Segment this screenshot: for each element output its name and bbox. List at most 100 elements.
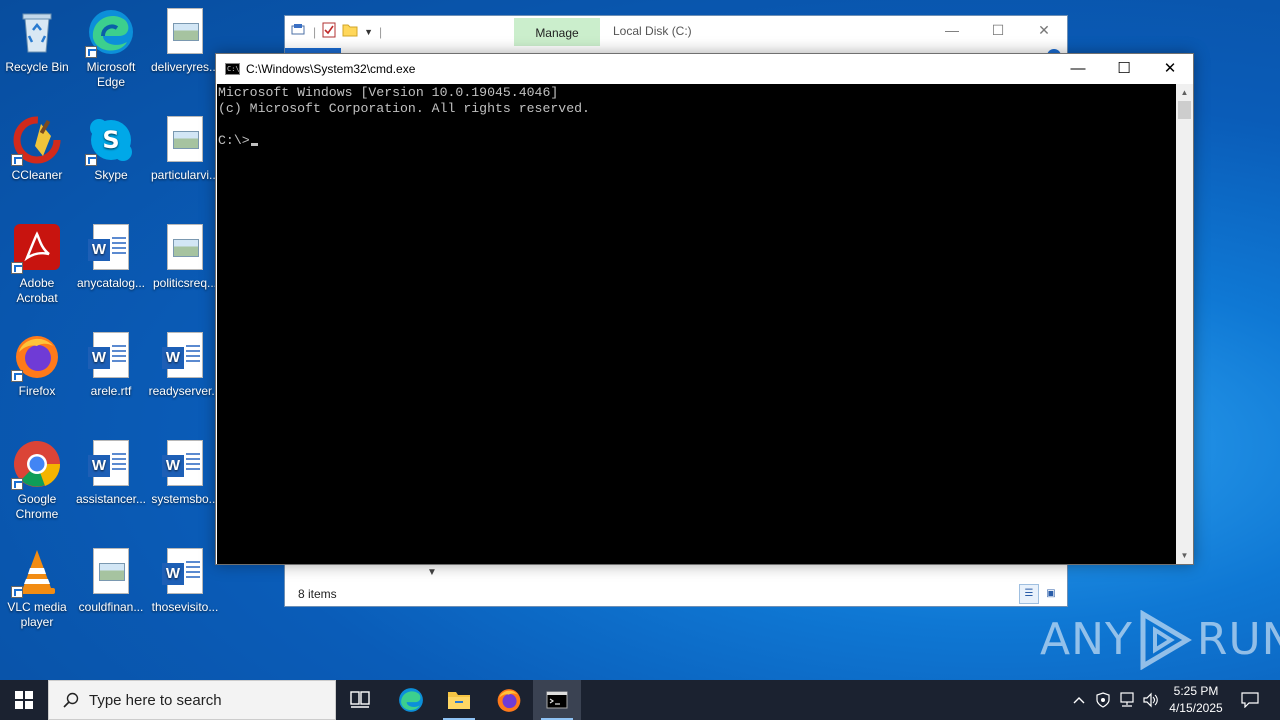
shortcut-arrow-icon bbox=[11, 478, 23, 490]
vertical-scrollbar[interactable]: ▲ ▼ bbox=[1176, 84, 1193, 564]
tray-network-button[interactable] bbox=[1116, 680, 1138, 720]
cmd-icon bbox=[546, 691, 568, 709]
scrollbar-thumb[interactable] bbox=[1178, 101, 1191, 119]
scroll-down-icon[interactable]: ▼ bbox=[424, 565, 440, 581]
edge-icon bbox=[399, 688, 423, 712]
taskbar-file-explorer-button[interactable] bbox=[435, 680, 483, 720]
desktop-icon-label: politicsreq... bbox=[152, 276, 218, 290]
desktop-icon-politicsreq[interactable]: politicsreq... bbox=[148, 224, 222, 291]
word-doc-icon: W bbox=[161, 332, 209, 380]
cmd-app-icon[interactable]: C:\ bbox=[225, 63, 240, 75]
chevron-up-icon bbox=[1073, 697, 1085, 704]
taskbar-cmd-button[interactable] bbox=[533, 680, 581, 720]
clock-date: 4/15/2025 bbox=[1169, 701, 1223, 715]
desktop-icon-thosevisito[interactable]: W thosevisito... bbox=[148, 548, 222, 615]
new-folder-icon[interactable] bbox=[342, 23, 358, 40]
watermark-text-right: RUN bbox=[1196, 614, 1280, 665]
qat-dropdown-icon[interactable]: ▼ bbox=[364, 27, 373, 37]
desktop-icon-label: readyserver... bbox=[148, 384, 222, 398]
cmd-window-title: C:\Windows\System32\cmd.exe bbox=[246, 62, 416, 76]
explorer-window-title: Local Disk (C:) bbox=[613, 24, 692, 38]
desktop-icon-recycle-bin[interactable]: Recycle Bin bbox=[0, 8, 74, 75]
desktop-icon-microsoft-edge[interactable]: Microsoft Edge bbox=[74, 8, 148, 90]
desktop-icon-systemsbo[interactable]: W systemsbo... bbox=[148, 440, 222, 507]
cmd-window[interactable]: C:\ C:\Windows\System32\cmd.exe — ☐ ✕ Mi… bbox=[215, 53, 1194, 565]
desktop-icon-label: Firefox bbox=[18, 384, 56, 398]
toolbar-separator: | bbox=[379, 24, 383, 39]
task-view-button[interactable] bbox=[336, 680, 384, 720]
taskbar: Type here to search 5:25 PM 4/15/2025 bbox=[0, 680, 1280, 720]
desktop-icon-deliveryres[interactable]: deliveryres... bbox=[148, 8, 222, 75]
ccleaner-icon bbox=[11, 116, 61, 166]
tray-volume-button[interactable] bbox=[1140, 680, 1162, 720]
close-button[interactable]: ✕ bbox=[1147, 54, 1193, 84]
desktop-icon-adobe-acrobat[interactable]: Adobe Acrobat bbox=[0, 224, 74, 306]
text-cursor bbox=[250, 143, 258, 146]
shortcut-arrow-icon bbox=[11, 586, 23, 598]
console-line: (c) Microsoft Corporation. All rights re… bbox=[218, 101, 590, 116]
desktop-icon-skype[interactable]: S Skype bbox=[74, 116, 148, 183]
desktop-icon-anycatalog[interactable]: W anycatalog... bbox=[74, 224, 148, 291]
desktop-icon-label: VLC media player bbox=[7, 600, 67, 629]
checklist-icon[interactable] bbox=[322, 22, 336, 41]
tab-manage[interactable]: Manage bbox=[514, 18, 600, 46]
scroll-down-icon[interactable]: ▼ bbox=[1176, 547, 1193, 564]
maximize-button[interactable]: ☐ bbox=[1101, 54, 1147, 84]
desktop-icon-google-chrome[interactable]: Google Chrome bbox=[0, 440, 74, 522]
console-output[interactable]: Microsoft Windows [Version 10.0.19045.40… bbox=[217, 84, 1176, 564]
desktop-icon-label: Google Chrome bbox=[15, 492, 59, 521]
shortcut-arrow-icon bbox=[85, 46, 97, 58]
desktop-icon-label: Recycle Bin bbox=[5, 60, 69, 74]
taskbar-search-box[interactable]: Type here to search bbox=[48, 680, 336, 720]
recycle-bin-icon bbox=[13, 8, 61, 56]
properties-icon[interactable] bbox=[291, 23, 307, 40]
play-logo-icon bbox=[1140, 610, 1192, 670]
shortcut-arrow-icon bbox=[11, 154, 23, 166]
show-hidden-icons-button[interactable] bbox=[1068, 680, 1090, 720]
anyrun-watermark: ANY RUN bbox=[1040, 610, 1280, 670]
clock-time: 5:25 PM bbox=[1173, 684, 1219, 698]
desktop-icon-ccleaner[interactable]: CCleaner bbox=[0, 116, 74, 183]
taskbar-firefox-button[interactable] bbox=[485, 680, 533, 720]
svg-text:S: S bbox=[102, 126, 119, 154]
console-line: ​ bbox=[218, 117, 1176, 133]
tray-defender-button[interactable] bbox=[1092, 680, 1114, 720]
acrobat-icon bbox=[11, 224, 61, 274]
minimize-button[interactable]: — bbox=[1055, 54, 1101, 84]
taskbar-edge-button[interactable] bbox=[387, 680, 435, 720]
large-icons-view-icon[interactable]: ▣ bbox=[1041, 584, 1061, 604]
skype-icon: S bbox=[85, 116, 135, 166]
desktop-icon-readyserver[interactable]: W readyserver... bbox=[148, 332, 222, 399]
desktop-icon-particularvi[interactable]: particularvi... bbox=[148, 116, 222, 183]
network-icon bbox=[1120, 692, 1134, 707]
word-doc-icon: W bbox=[87, 332, 135, 380]
details-view-icon[interactable]: ☰ bbox=[1019, 584, 1039, 604]
shield-status-icon bbox=[1096, 692, 1110, 708]
start-button[interactable] bbox=[0, 680, 48, 720]
desktop-icon-label: thosevisito... bbox=[151, 600, 219, 614]
scroll-up-icon[interactable]: ▲ bbox=[1176, 84, 1193, 101]
minimize-button[interactable]: — bbox=[929, 16, 975, 46]
desktop-icon-arele-rtf[interactable]: W arele.rtf bbox=[74, 332, 148, 399]
close-button[interactable]: ✕ bbox=[1021, 16, 1067, 46]
image-file-icon bbox=[161, 8, 209, 56]
desktop-icon-firefox[interactable]: Firefox bbox=[0, 332, 74, 399]
cmd-titlebar[interactable]: C:\ C:\Windows\System32\cmd.exe — ☐ ✕ bbox=[216, 54, 1193, 84]
desktop-icon-couldfinan[interactable]: couldfinan... bbox=[74, 548, 148, 615]
explorer-window-controls: — ☐ ✕ bbox=[929, 16, 1067, 46]
desktop-icon-label: particularvi... bbox=[150, 168, 220, 182]
vlc-icon bbox=[11, 548, 61, 598]
word-doc-icon: W bbox=[87, 224, 135, 272]
shortcut-arrow-icon bbox=[11, 370, 23, 382]
word-doc-icon: W bbox=[161, 440, 209, 488]
desktop-icon-assistancer[interactable]: W assistancer... bbox=[74, 440, 148, 507]
word-doc-icon: W bbox=[161, 548, 209, 596]
desktop-icon-vlc[interactable]: VLC media player bbox=[0, 548, 74, 630]
word-doc-icon: W bbox=[87, 440, 135, 488]
maximize-button[interactable]: ☐ bbox=[975, 16, 1021, 46]
action-center-button[interactable] bbox=[1232, 680, 1268, 720]
shortcut-arrow-icon bbox=[11, 262, 23, 274]
explorer-titlebar[interactable]: | ▼ | Manage Local Disk (C:) — ☐ ✕ bbox=[285, 16, 1067, 48]
taskbar-clock[interactable]: 5:25 PM 4/15/2025 bbox=[1162, 683, 1230, 717]
view-toggle: ☰ ▣ bbox=[1019, 584, 1061, 604]
